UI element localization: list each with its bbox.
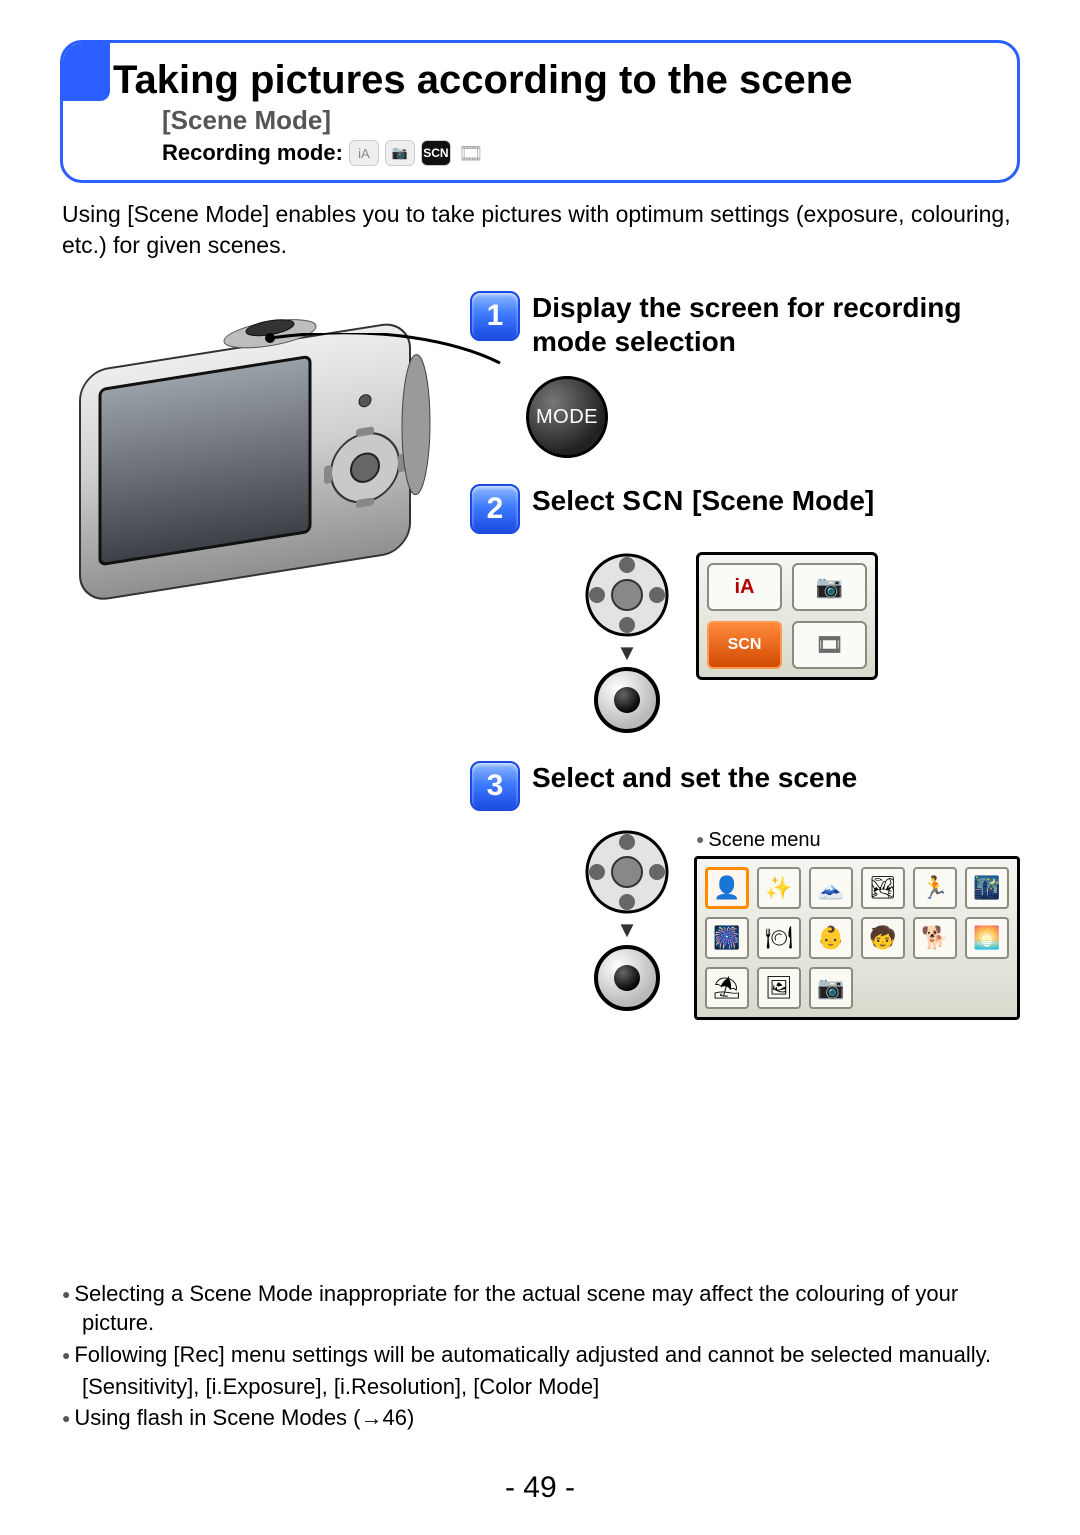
- scene-baby2-icon[interactable]: 🧒: [861, 917, 905, 959]
- subtitle: [Scene Mode]: [162, 105, 997, 136]
- scene-food-icon[interactable]: 🍽: [757, 917, 801, 959]
- scene-panorama-icon[interactable]: 🏞: [861, 867, 905, 909]
- scene-night-scenery-icon[interactable]: 🎆: [705, 917, 749, 959]
- dpad-icon[interactable]: [584, 829, 670, 915]
- step-1-title: Display the screen for recording mode se…: [532, 291, 1020, 358]
- scene-photo-icon[interactable]: 📷: [809, 967, 853, 1009]
- ok-button[interactable]: [594, 945, 660, 1011]
- step-1-badge: 1: [470, 291, 520, 341]
- scn-mode-icon: SCN: [421, 140, 451, 166]
- mode-option-camera[interactable]: 📷: [792, 563, 867, 611]
- page-number: - 49 -: [0, 1471, 1080, 1505]
- scene-soft-skin-icon[interactable]: ✨: [757, 867, 801, 909]
- note-1: Selecting a Scene Mode inappropriate for…: [60, 1279, 1020, 1338]
- film-mode-icon: 🎞: [457, 141, 485, 165]
- steps-column: 1 Display the screen for recording mode …: [470, 291, 1020, 1020]
- scene-menu-caption: Scene menu: [696, 829, 1020, 852]
- scene-pet-icon[interactable]: 🐕: [913, 917, 957, 959]
- scene-frame-icon[interactable]: 🖼: [757, 967, 801, 1009]
- ok-button[interactable]: [594, 667, 660, 733]
- step-2-title: Select SCN [Scene Mode]: [532, 484, 874, 518]
- note-3: Using flash in Scene Modes (→46): [60, 1403, 1020, 1433]
- step-3: 3 Select and set the scene: [470, 761, 1020, 811]
- content-columns: 1 Display the screen for recording mode …: [60, 291, 1020, 1020]
- note-2: Following [Rec] menu settings will be au…: [60, 1340, 1020, 1370]
- footer-notes: Selecting a Scene Mode inappropriate for…: [60, 1277, 1020, 1435]
- page-title: Taking pictures according to the scene: [113, 57, 997, 103]
- scene-baby1-icon[interactable]: 👶: [809, 917, 853, 959]
- recording-mode-row: Recording mode: iA 📷 SCN 🎞: [162, 140, 997, 166]
- scene-beach-icon[interactable]: ⛱: [705, 967, 749, 1009]
- camera-column: [60, 291, 460, 641]
- scene-night-portrait-icon[interactable]: 🌃: [965, 867, 1009, 909]
- step-2: 2 Select SCN [Scene Mode]: [470, 484, 1020, 534]
- scene-menu-grid: 👤 ✨ 🗻 🏞 🏃 🌃 🎆 🍽 👶 🧒 🐕 🌅 ⛱ 🖼: [694, 856, 1020, 1020]
- mode-option-scn[interactable]: SCN: [707, 621, 782, 669]
- step-3-title: Select and set the scene: [532, 761, 857, 795]
- step-2-post: [Scene Mode]: [684, 485, 874, 516]
- arrow-down-icon: ▼: [616, 646, 638, 659]
- nav-stack-2: ▼: [582, 829, 672, 1010]
- step-1: 1 Display the screen for recording mode …: [470, 291, 1020, 358]
- camera-illustration: [60, 311, 440, 641]
- step-3-badge: 3: [470, 761, 520, 811]
- scene-sunset-icon[interactable]: 🌅: [965, 917, 1009, 959]
- dpad-icon[interactable]: [584, 552, 670, 638]
- section-header: Taking pictures according to the scene […: [60, 40, 1020, 183]
- note-2b: [Sensitivity], [i.Exposure], [i.Resoluti…: [60, 1372, 1020, 1402]
- camera-mode-icon: 📷: [385, 140, 415, 166]
- nav-stack-1: ▼: [582, 552, 672, 733]
- step-2-pre: Select: [532, 485, 622, 516]
- arrow-down-icon: ▼: [616, 923, 638, 936]
- step-3-controls: ▼ Scene menu 👤 ✨ 🗻 🏞 🏃 🌃 🎆 🍽 👶: [526, 829, 1020, 1020]
- scene-menu-block: Scene menu 👤 ✨ 🗻 🏞 🏃 🌃 🎆 🍽 👶 🧒 🐕 🌅: [694, 829, 1020, 1020]
- scene-scenery-icon[interactable]: 🗻: [809, 867, 853, 909]
- mode-option-film[interactable]: 🎞: [792, 621, 867, 669]
- scn-text-icon: SCN: [622, 485, 684, 516]
- scene-portrait-icon[interactable]: 👤: [705, 867, 749, 909]
- step-2-badge: 2: [470, 484, 520, 534]
- mode-option-ia[interactable]: iA: [707, 563, 782, 611]
- manual-page: Taking pictures according to the scene […: [0, 0, 1080, 1535]
- step-2-controls: ▼ iA 📷 SCN 🎞: [526, 552, 1020, 733]
- mode-select-panel: iA 📷 SCN 🎞: [696, 552, 878, 680]
- intro-paragraph: Using [Scene Mode] enables you to take p…: [62, 199, 1018, 261]
- recording-mode-label: Recording mode:: [162, 140, 343, 166]
- header-accent: [63, 43, 110, 101]
- scene-sports-icon[interactable]: 🏃: [913, 867, 957, 909]
- mode-button[interactable]: MODE: [526, 376, 608, 458]
- ia-mode-icon: iA: [349, 140, 379, 166]
